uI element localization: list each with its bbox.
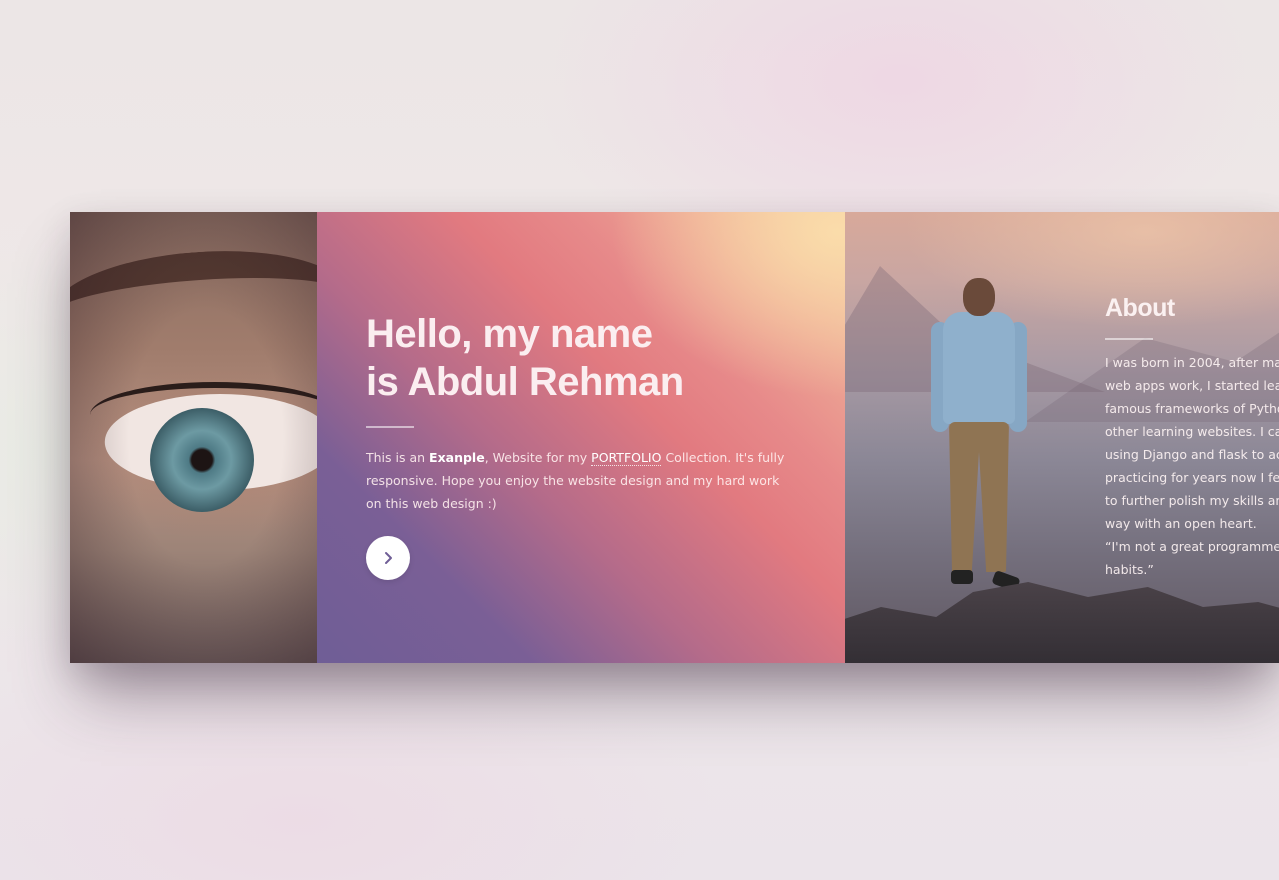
- about-line: I was born in 2004, after matric: [1105, 355, 1279, 370]
- next-button[interactable]: [366, 536, 410, 580]
- person-photo: [925, 278, 1027, 608]
- about-line: web apps work, I started learni: [1105, 378, 1279, 393]
- intro-prefix: This is an: [366, 450, 430, 465]
- intro-mid: , Website for my: [484, 450, 592, 465]
- about-panel: About I was born in 2004, after matric w…: [845, 212, 1279, 663]
- hero-title-line2: is Abdul Rehman: [366, 360, 684, 404]
- title-divider: [366, 426, 414, 428]
- about-divider: [1105, 338, 1153, 340]
- about-line: famous frameworks of Python: [1105, 401, 1279, 416]
- about-line: using Django and flask to accor: [1105, 447, 1279, 462]
- hero-title-line1: Hello, my name: [366, 312, 653, 356]
- about-line: other learning websites. I can d: [1105, 424, 1279, 439]
- about-text: I was born in 2004, after matric web app…: [1105, 351, 1279, 581]
- about-title: About: [1105, 294, 1175, 322]
- eye-photo: [70, 212, 317, 663]
- portfolio-card: Hello, my name is Abdul Rehman This is a…: [70, 212, 1279, 663]
- about-line: “I'm not a great programmer; I': [1105, 539, 1279, 554]
- hero-title: Hello, my name is Abdul Rehman: [366, 310, 684, 406]
- intro-text: This is an Exanple, Website for my PORTF…: [366, 446, 786, 515]
- intro-panel: Hello, my name is Abdul Rehman This is a…: [317, 212, 845, 663]
- about-line: way with an open heart.: [1105, 516, 1257, 531]
- about-line: to further polish my skills and e: [1105, 493, 1279, 508]
- about-line: habits.”: [1105, 562, 1154, 577]
- intro-bold: Exanple: [429, 450, 485, 465]
- about-line: practicing for years now I feel I: [1105, 470, 1279, 485]
- portfolio-link[interactable]: PORTFOLIO: [591, 450, 662, 466]
- chevron-right-icon: [385, 552, 392, 564]
